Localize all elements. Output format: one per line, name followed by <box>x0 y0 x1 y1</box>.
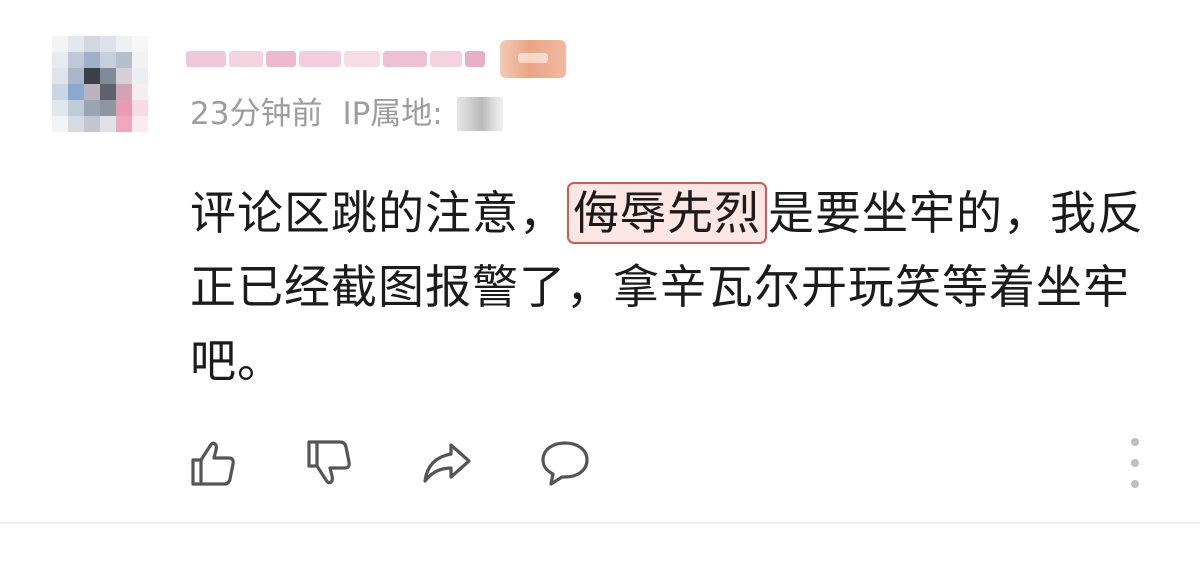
comment-meta: 23分钟前 IP属地: <box>190 94 503 134</box>
ip-location-value <box>456 97 503 131</box>
ip-location-label: IP属地: <box>342 96 443 132</box>
comment-card: 23分钟前 IP属地: 评论区跳的注意， 侮辱先烈 是要坐牢的，我反正已经截图报警了… <box>0 0 1200 522</box>
share-arrow-icon <box>423 443 471 483</box>
thumbs-up-icon <box>191 441 235 486</box>
divider <box>0 522 1200 524</box>
vertical-dots-icon <box>1131 438 1139 446</box>
highlighted-phrase: 侮辱先烈 <box>567 182 767 244</box>
like-button[interactable] <box>186 436 240 490</box>
dislike-button[interactable] <box>302 436 356 490</box>
speech-bubble-icon <box>541 441 589 486</box>
more-options-button[interactable] <box>1120 438 1150 488</box>
thumbs-down-icon <box>307 440 351 485</box>
comment-text-start: 评论区跳的注意， <box>190 186 566 240</box>
reply-button[interactable] <box>538 436 592 490</box>
avatar[interactable] <box>52 36 148 132</box>
share-button[interactable] <box>420 436 474 490</box>
user-level-badge <box>500 40 566 78</box>
comment-actions <box>0 432 1200 492</box>
username[interactable] <box>186 44 494 74</box>
comment-text: 评论区跳的注意， 侮辱先烈 是要坐牢的，我反正已经截图报警了，拿辛瓦尔开玩笑等着坐牢… <box>190 176 1168 398</box>
comment-time: 23分钟前 <box>190 96 323 132</box>
